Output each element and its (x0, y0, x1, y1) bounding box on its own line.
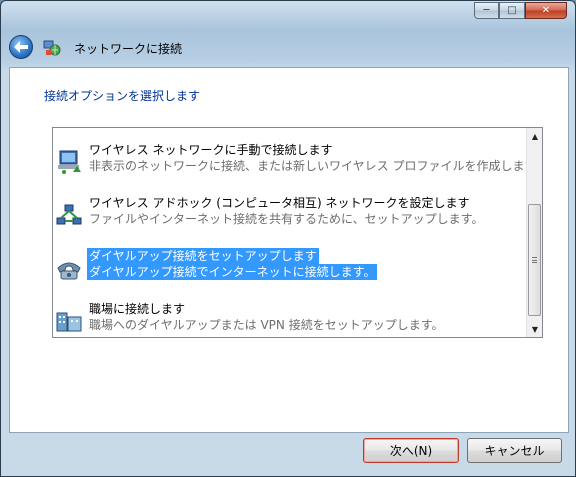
workplace-icon (56, 312, 82, 332)
next-button[interactable]: 次へ(N) (363, 438, 459, 463)
scrollbar-thumb[interactable] (528, 204, 541, 316)
option-description: 職場へのダイヤルアップまたは VPN 接続をセットアップします。 (89, 318, 444, 332)
maximize-button[interactable]: □ (499, 2, 525, 19)
content-area: 接続オプションを選択します ワイヤレス ネットワークに手動で接続します 非表示の… (9, 67, 569, 433)
option-description: ファイルやインターネット接続を共有するために、セットアップします。 (89, 212, 484, 226)
phone-icon (57, 262, 81, 280)
option-dialup[interactable]: ダイヤルアップ接続をセットアップします ダイヤルアップ接続でインターネットに接続… (53, 246, 527, 286)
network-globe-icon (43, 40, 61, 56)
header-row: ネットワークに接続 (9, 35, 569, 61)
window-frame: ─ □ ✕ ネットワークに接続 接続オプションを選択します ワイヤレス ネットワ… (0, 0, 576, 477)
back-button[interactable] (9, 35, 33, 59)
minimize-button[interactable]: ─ (474, 2, 499, 19)
grip-icon (532, 257, 537, 263)
scroll-up-arrow-icon[interactable]: ▲ (527, 128, 542, 144)
option-title: 職場に接続します (89, 302, 186, 316)
list-scrollbar[interactable]: ▲ ▼ (526, 128, 542, 337)
instruction-text: 接続オプションを選択します (44, 89, 201, 103)
option-description: ダイヤルアップ接続でインターネットに接続します。 (87, 264, 378, 280)
option-title: ダイヤルアップ接続をセットアップします (87, 248, 319, 264)
connection-options-list[interactable]: ワイヤレス ネットワークに手動で接続します 非表示のネットワークに接続、または新… (52, 127, 543, 338)
option-description: 非表示のネットワークに接続、または新しいワイヤレス プロファイルを作成します。 (89, 159, 543, 173)
cancel-button[interactable]: キャンセル (467, 438, 562, 463)
option-title: ワイヤレス アドホック (コンピュータ相互) ネットワークを設定します (89, 196, 470, 210)
adhoc-network-icon (56, 204, 82, 225)
option-wireless-manual[interactable]: ワイヤレス ネットワークに手動で接続します 非表示のネットワークに接続、または新… (53, 140, 542, 180)
scroll-down-arrow-icon[interactable]: ▼ (527, 321, 542, 337)
wireless-network-icon (58, 150, 81, 174)
option-adhoc[interactable]: ワイヤレス アドホック (コンピュータ相互) ネットワークを設定します ファイル… (53, 193, 527, 233)
caption-buttons: ─ □ ✕ (474, 2, 567, 19)
option-workplace[interactable]: 職場に接続します 職場へのダイヤルアップまたは VPN 接続をセットアップします… (53, 299, 527, 337)
window-title: ネットワークに接続 (74, 42, 183, 56)
option-title: ワイヤレス ネットワークに手動で接続します (89, 143, 333, 157)
close-button[interactable]: ✕ (525, 2, 567, 19)
back-arrow-icon (14, 41, 28, 53)
